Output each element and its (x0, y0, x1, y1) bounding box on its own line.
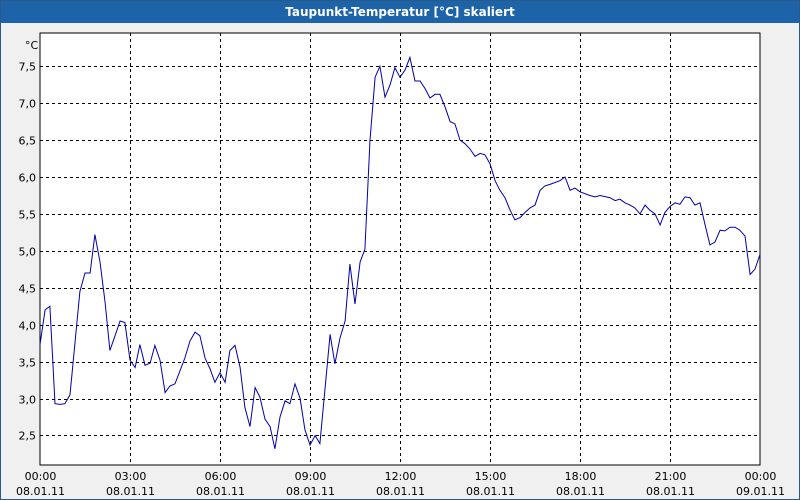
x-tick-date: 08.01.11 (376, 485, 425, 498)
x-tick-date: 09.01.11 (736, 485, 785, 498)
x-tick-time: 00:00 (25, 470, 57, 483)
y-tick-label: 3,5 (19, 357, 37, 370)
y-tick-label: 4,0 (19, 320, 37, 333)
x-tick-date: 08.01.11 (16, 485, 65, 498)
x-tick-date: 08.01.11 (196, 485, 245, 498)
y-tick-label: 3,0 (19, 394, 37, 407)
x-tick-date: 08.01.11 (556, 485, 605, 498)
chart-svg: 2,53,03,54,04,55,05,56,06,57,07,5 00:000… (16, 32, 785, 498)
x-tick-time: 06:00 (205, 470, 237, 483)
x-axis-ticks: 00:00 08.01.11 03:00 08.01.11 06:00 08.01.11 0… (16, 470, 785, 498)
y-axis-ticks: 2,5 3,0 3,5 4,0 4,5 5,0 5,5 6,0 6,5 7,0 7,5 (19, 61, 37, 443)
y-axis-unit: °C (25, 39, 39, 52)
y-tick-label: 6,0 (19, 172, 37, 185)
x-tick-time: 18:00 (565, 470, 597, 483)
x-tick-time: 12:00 (385, 470, 417, 483)
x-tick-date: 08.01.11 (106, 485, 155, 498)
x-tick-date: 08.01.11 (286, 485, 335, 498)
y-tick-label: 7,5 (19, 61, 37, 74)
x-tick-time: 15:00 (475, 470, 507, 483)
x-tick-time: 21:00 (655, 470, 687, 483)
y-tick-label: 4,5 (19, 283, 37, 296)
x-tick-date: 08.01.11 (466, 485, 515, 498)
y-tick-label: 7,0 (19, 98, 37, 111)
x-tick-time: 09:00 (295, 470, 327, 483)
x-tick-date: 08.01.11 (646, 485, 695, 498)
y-tick-label: 5,0 (19, 246, 37, 259)
y-tick-label: 6,5 (19, 135, 37, 148)
x-tick-time: 03:00 (115, 470, 147, 483)
y-tick-label: 5,5 (19, 209, 37, 222)
y-tick-label: 2,5 (19, 430, 37, 443)
x-tick-time: 00:00 (745, 470, 777, 483)
